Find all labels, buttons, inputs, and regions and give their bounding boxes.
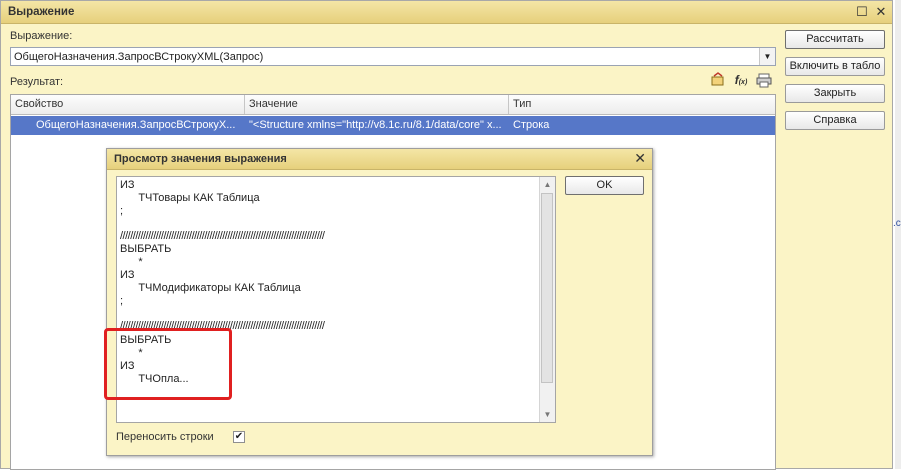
cell-value: "<Structure xmlns="http://v8.1c.ru/8.1/d… xyxy=(249,119,502,131)
result-label: Результат: xyxy=(10,76,64,88)
text-line: ; xyxy=(120,295,124,307)
cell-property: ОбщегоНазначения.ЗапросВСтрокуХ... xyxy=(36,119,236,131)
highlight-annotation xyxy=(104,328,232,400)
grid-header: Свойство Значение Тип xyxy=(11,95,775,115)
window-title: Выражение xyxy=(8,6,75,18)
dialog-title: Просмотр значения выражения xyxy=(114,153,287,165)
dropdown-arrow-icon[interactable]: ▼ xyxy=(759,48,775,65)
help-button[interactable]: Справка xyxy=(785,111,885,130)
text-line: ; xyxy=(120,205,124,217)
window-titlebar: Выражение ☐ ✕ xyxy=(1,1,892,24)
column-separator[interactable] xyxy=(508,95,509,114)
print-icon[interactable] xyxy=(756,72,772,88)
text-line: ////////////////////////////////////////… xyxy=(120,230,325,242)
maximize-icon[interactable]: ☐ xyxy=(854,4,870,20)
dialog-close-icon[interactable]: ✕ xyxy=(634,150,646,167)
text-line: ИЗ xyxy=(120,179,135,191)
column-header-property[interactable]: Свойство xyxy=(15,98,63,110)
expression-combobox[interactable]: ОбщегоНазначения.ЗапросВСтрокуXML(Запрос… xyxy=(10,47,776,66)
text-line: ТЧМодификаторы КАК Таблица xyxy=(120,282,301,294)
dialog-titlebar: Просмотр значения выражения ✕ xyxy=(107,149,652,170)
text-line: ВЫБРАТЬ xyxy=(120,243,172,255)
add-to-table-button[interactable]: Включить в табло xyxy=(785,57,885,76)
expression-label: Выражение: xyxy=(10,30,73,42)
background-edge xyxy=(895,0,901,469)
text-line: ИЗ xyxy=(120,269,135,281)
cell-type: Строка xyxy=(513,119,550,131)
table-row[interactable]: ОбщегоНазначения.ЗапросВСтрокуХ... "<Str… xyxy=(11,116,775,135)
expression-value: ОбщегоНазначения.ЗапросВСтрокуXML(Запрос… xyxy=(14,51,264,63)
value-view-dialog: Просмотр значения выражения ✕ ИЗ ТЧТовар… xyxy=(106,148,653,456)
scroll-down-icon[interactable]: ▼ xyxy=(540,407,555,422)
text-line: ТЧТовары КАК Таблица xyxy=(120,192,260,204)
ok-button[interactable]: OK xyxy=(565,176,644,195)
wrap-lines-checkbox[interactable]: ✔ xyxy=(233,431,245,443)
vertical-scrollbar[interactable]: ▲ ▼ xyxy=(539,177,555,422)
scroll-thumb[interactable] xyxy=(541,193,553,383)
text-line: * xyxy=(120,256,143,268)
close-icon[interactable]: ✕ xyxy=(873,4,889,20)
wrap-lines-label: Переносить строки xyxy=(116,431,214,443)
function-icon[interactable]: f(x) xyxy=(733,72,749,88)
column-header-value[interactable]: Значение xyxy=(249,98,298,110)
calculate-button[interactable]: Рассчитать xyxy=(785,30,885,49)
column-separator[interactable] xyxy=(244,95,245,114)
scroll-up-icon[interactable]: ▲ xyxy=(540,177,555,192)
background-mark: .c xyxy=(893,218,901,229)
close-button[interactable]: Закрыть xyxy=(785,84,885,103)
view-value-icon[interactable] xyxy=(710,72,726,88)
column-header-type[interactable]: Тип xyxy=(513,98,531,110)
